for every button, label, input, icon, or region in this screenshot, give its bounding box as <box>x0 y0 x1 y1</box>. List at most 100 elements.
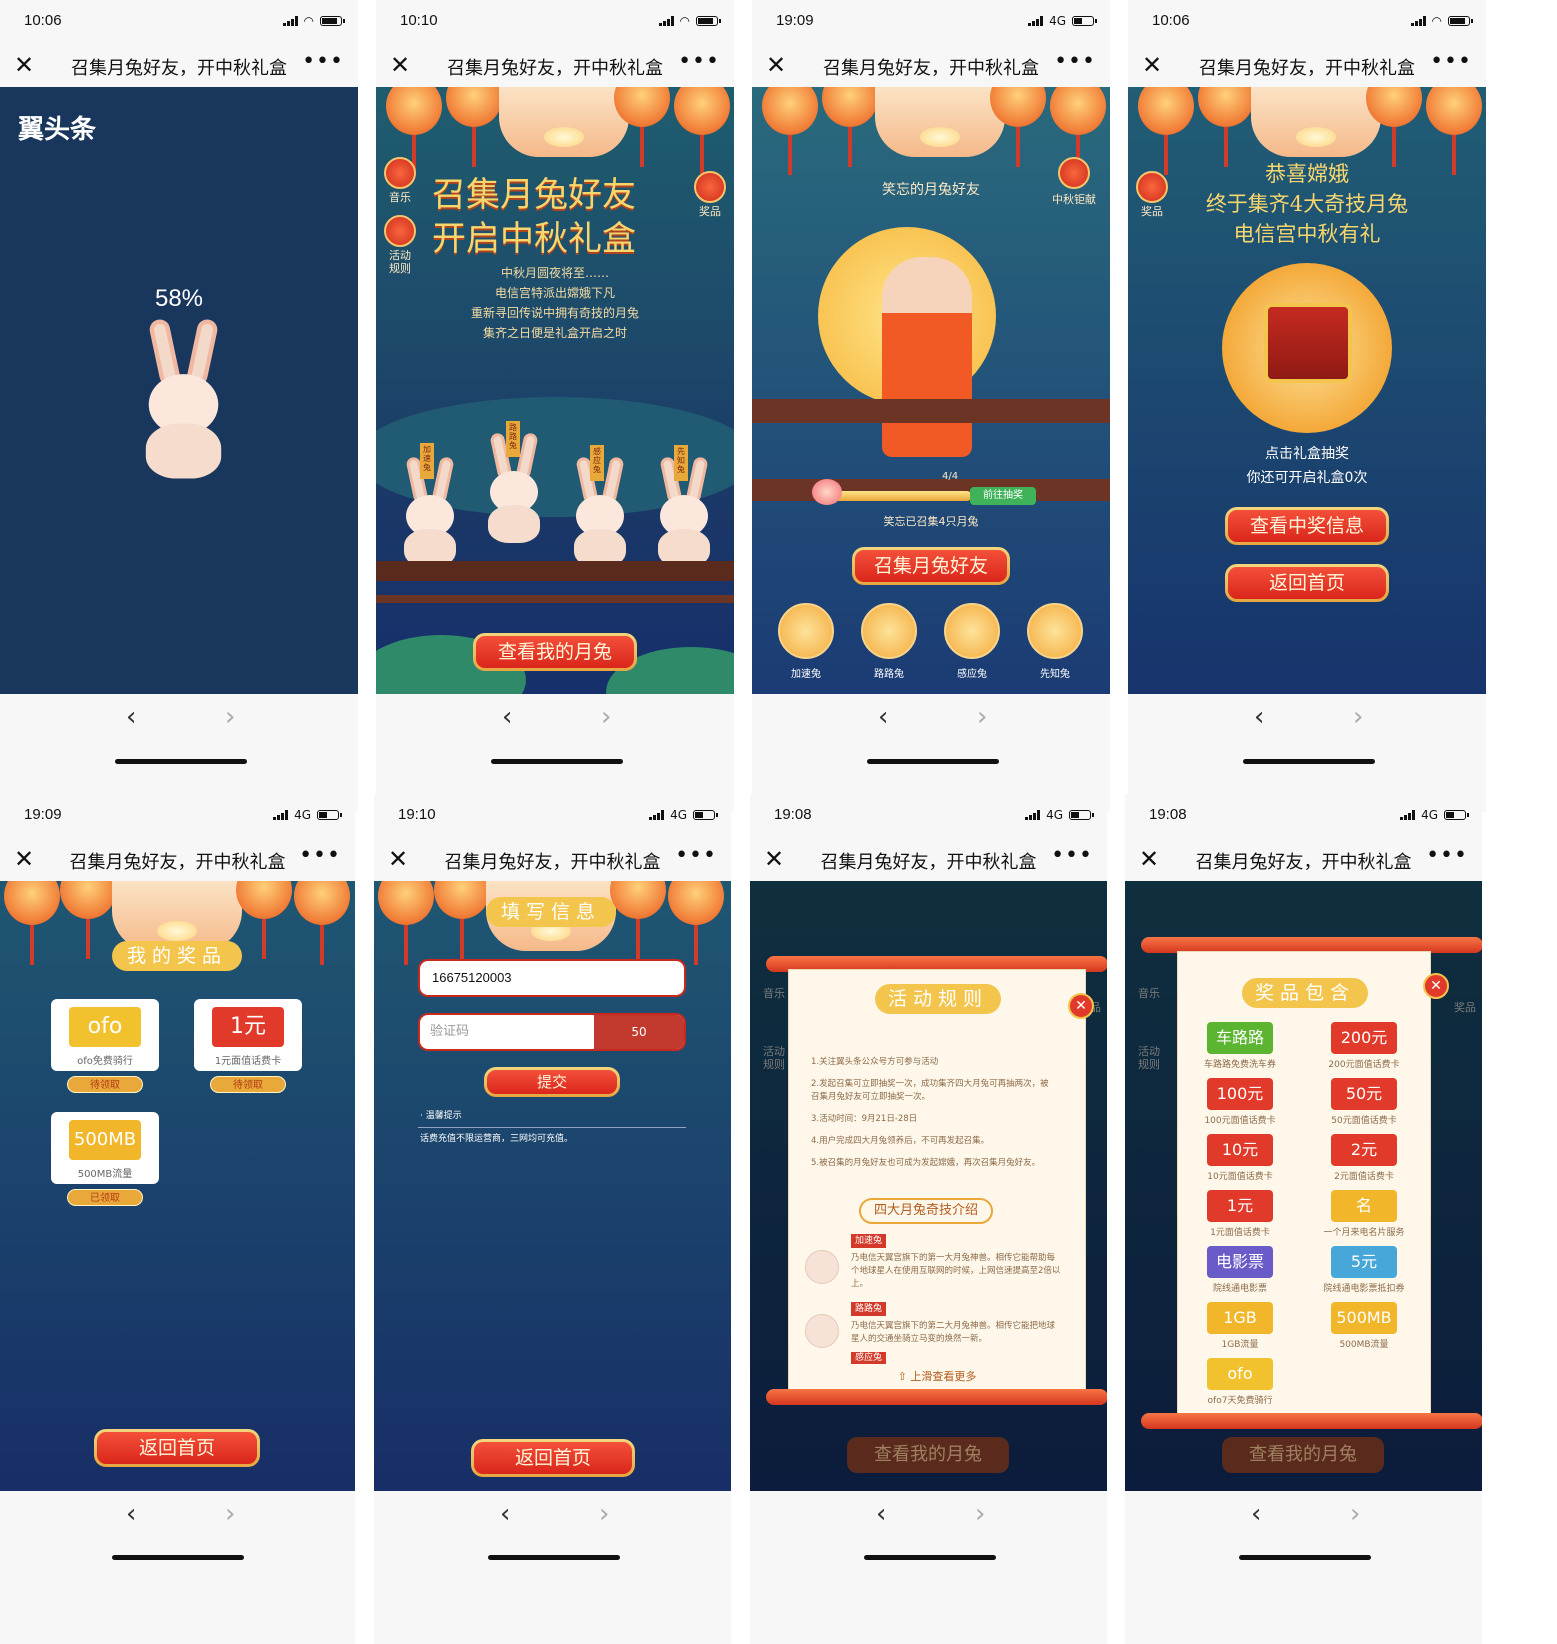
forward-icon[interactable]: › <box>225 702 235 732</box>
back-home-button[interactable]: 返回首页 <box>94 1429 260 1467</box>
browser-toolbar: ‹ › <box>752 694 1110 772</box>
more-icon[interactable]: ••• <box>675 843 717 868</box>
lantern-decoration <box>386 87 442 175</box>
loading-content: 翼头条 58% <box>0 87 358 694</box>
forward-icon[interactable]: › <box>1353 702 1363 732</box>
rabbit-tag: 感应兔 <box>590 445 604 481</box>
forward-icon[interactable]: › <box>1350 1499 1360 1529</box>
status-bar: 10:06 ◠ <box>1128 0 1486 45</box>
prize-logo: 5元 <box>1331 1246 1397 1278</box>
button-label: 查看我的月兔 <box>476 636 634 668</box>
more-icon[interactable]: ••• <box>1054 49 1096 74</box>
rules-label: 活动规则 <box>1138 1045 1160 1071</box>
prize-caption: 院线通电影票抵扣券 <box>1323 1284 1405 1294</box>
signal-icon <box>1400 810 1416 820</box>
railing-decoration <box>376 561 734 581</box>
forward-icon[interactable]: › <box>599 1499 609 1529</box>
back-icon[interactable]: ‹ <box>126 1499 136 1529</box>
prize-item: 车路路 车路路免费洗车券 <box>1192 1022 1288 1070</box>
back-home-button[interactable]: 返回首页 <box>1225 564 1389 602</box>
my-prizes-content: 我的奖品 ofo ofo免费骑行 待领取 1元 1元面值话费卡 待领取 500M… <box>0 881 355 1491</box>
go-draw-button[interactable]: 前往抽奖 <box>970 487 1036 505</box>
view-winning-info-button[interactable]: 查看中奖信息 <box>1225 507 1389 545</box>
view-my-rabbits-button[interactable]: 查看我的月兔 <box>473 633 637 671</box>
rabbit-description: 乃电信天翼宫旗下的第二大月兔神兽。相传它能把地球星人的交通坐骑立马变的焕然一新。 <box>851 1321 1056 1344</box>
home-indicator <box>867 759 999 764</box>
verification-code-input[interactable]: 验证码 <box>430 1015 469 1049</box>
railing-decoration <box>376 595 734 603</box>
prize-status[interactable]: 待领取 <box>210 1076 286 1093</box>
back-icon[interactable]: ‹ <box>126 702 136 732</box>
back-icon[interactable]: ‹ <box>500 1499 510 1529</box>
more-icon[interactable]: ••• <box>1426 843 1468 868</box>
submit-button[interactable]: 提交 <box>484 1067 620 1097</box>
mid-autumn-gift-button[interactable] <box>1058 157 1090 189</box>
prize-logo: 100元 <box>1207 1078 1273 1110</box>
more-icon[interactable]: ••• <box>299 843 341 868</box>
sky-lantern-decoration <box>875 87 1005 157</box>
story-line: 集齐之日便是礼盒开启之时 <box>482 326 627 340</box>
scroll-more-label: 上滑查看更多 <box>910 1370 977 1383</box>
forward-icon[interactable]: › <box>225 1499 235 1529</box>
rabbit-badge-label: 感应兔 <box>957 669 987 680</box>
prize-button[interactable] <box>694 171 726 203</box>
network-type: 4G <box>294 808 311 822</box>
prize-item: 200元 200元面值话费卡 <box>1316 1022 1412 1070</box>
back-icon[interactable]: ‹ <box>878 702 888 732</box>
prize-caption: 10元面值话费卡 <box>1207 1172 1273 1182</box>
more-icon[interactable]: ••• <box>302 49 344 74</box>
more-icon[interactable]: ••• <box>1430 49 1472 74</box>
summon-friends-button[interactable]: 召集月兔好友 <box>852 547 1010 585</box>
forward-icon[interactable]: › <box>601 702 611 732</box>
browser-toolbar: ‹ › <box>1125 1491 1482 1644</box>
prize-caption: 50元面值话费卡 <box>1331 1116 1397 1126</box>
nav-bar: ✕ 召集月兔好友，开中秋礼盒 ••• <box>752 45 1110 87</box>
forward-icon[interactable]: › <box>977 702 987 732</box>
nav-bar: ✕ 召集月兔好友，开中秋礼盒 ••• <box>0 45 358 87</box>
rabbit-badge[interactable] <box>1027 603 1083 659</box>
music-button[interactable] <box>384 157 416 189</box>
prize-status[interactable]: 待领取 <box>67 1076 143 1093</box>
prize-caption: 院线通电影票 <box>1212 1284 1267 1294</box>
close-modal-button[interactable]: ✕ <box>1068 993 1094 1019</box>
prize-card[interactable]: 500MB 500MB流量 <box>51 1112 159 1184</box>
close-icon: ✕ <box>1075 998 1087 1014</box>
battery-icon <box>1069 810 1094 820</box>
rules-button[interactable] <box>384 215 416 247</box>
home-indicator <box>491 759 623 764</box>
prize-item: 10元 10元面值话费卡 <box>1192 1134 1288 1182</box>
back-icon[interactable]: ‹ <box>876 1499 886 1529</box>
home-indicator <box>1243 759 1375 764</box>
rule-item: 2.发起召集可立即抽奖一次，成功集齐四大月兔可再抽两次，被召集月兔好友可立即抽奖… <box>811 1079 1049 1102</box>
prize-card[interactable]: ofo ofo免费骑行 <box>51 999 159 1071</box>
status-bar: 19:09 4G <box>0 794 355 839</box>
rabbit-badge-label: 先知兔 <box>1040 669 1070 680</box>
lantern-decoration <box>236 881 292 959</box>
back-icon[interactable]: ‹ <box>1251 1499 1261 1529</box>
rabbit-description: 乃电信天翼宫旗下的第一大月兔神兽。相传它能帮助每个地球星人在使用互联网的时候，上… <box>851 1253 1061 1289</box>
signal-icon <box>658 16 674 26</box>
forward-icon[interactable]: › <box>975 1499 985 1529</box>
back-home-button[interactable]: 返回首页 <box>471 1439 635 1477</box>
prize-caption: 200元面值话费卡 <box>1328 1060 1400 1070</box>
more-icon[interactable]: ••• <box>1051 843 1093 868</box>
nav-bar: ✕ 召集月兔好友，开中秋礼盒 ••• <box>1125 839 1482 881</box>
more-icon[interactable]: ••• <box>678 49 720 74</box>
phone-number-field[interactable]: 16675120003 <box>418 959 686 997</box>
battery-icon <box>1072 16 1097 26</box>
rabbit-badge[interactable] <box>861 603 917 659</box>
prize-card[interactable]: 1元 1元面值话费卡 <box>194 999 302 1071</box>
congrats-content: 奖品 恭喜嫦娥 终于集齐4大奇技月兔 电信宫中秋有礼 点击礼盒抽奖 你还可开启礼… <box>1128 87 1486 694</box>
phone-screen-prize-list: 19:08 4G ✕ 召集月兔好友，开中秋礼盒 ••• 音乐 活动规则 奖品 奖… <box>1125 794 1482 1644</box>
prize-scroll: 奖品包含 车路路 车路路免费洗车券 200元 200元面值话费卡 100元 100元面值话… <box>1177 951 1431 1417</box>
congrats-line: 终于集齐4大奇技月兔 <box>1205 192 1409 216</box>
scroll-more-hint[interactable]: ⇧ 上滑查看更多 <box>789 1368 1085 1384</box>
back-icon[interactable]: ‹ <box>1254 702 1264 732</box>
rabbit-badge[interactable] <box>944 603 1000 659</box>
button-label: 返回首页 <box>97 1432 257 1464</box>
close-modal-button[interactable]: ✕ <box>1423 973 1449 999</box>
prize-item: 100元 100元面值话费卡 <box>1192 1078 1288 1126</box>
rabbit-badge[interactable] <box>778 603 834 659</box>
back-icon[interactable]: ‹ <box>502 702 512 732</box>
countdown-button[interactable]: 50 <box>594 1015 684 1049</box>
